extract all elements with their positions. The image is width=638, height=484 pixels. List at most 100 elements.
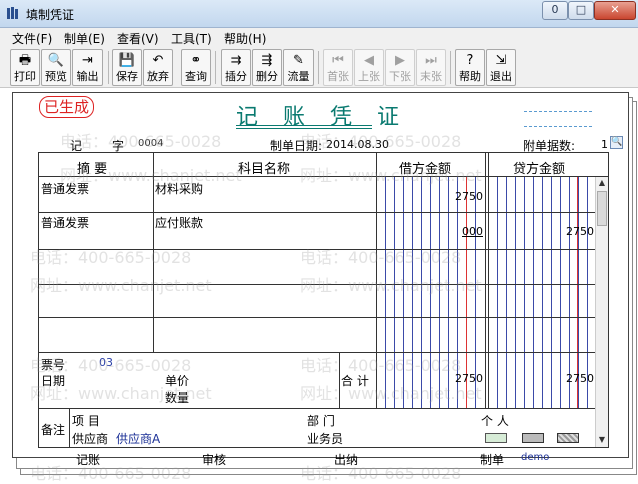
grid-pattern-icon[interactable] [557,433,579,443]
exit-door-icon: ⇲ [495,53,507,68]
title-bar: 填制凭证 0 □ ✕ [0,0,638,28]
supplier-value[interactable]: 供应商A [116,430,160,447]
row2-debit[interactable]: 000 [423,225,483,238]
cash-flow-button[interactable]: ✎ 流量 [283,49,314,86]
row1-summary[interactable]: 普通发票 [41,180,89,197]
delete-row-icon: ⇶ [261,53,273,68]
col-debit-header: 借方金额 [399,162,452,177]
row1-debit[interactable]: 2750 [423,190,483,203]
row-divider [39,249,595,250]
menu-bar: 文件(F) 制单(E) 查看(V) 工具(T) 帮助(H) [0,28,638,47]
dotted-line [524,111,592,112]
status-stamp: 已生成 [39,96,95,118]
export-button[interactable]: ⇥ 输出 [72,49,103,86]
menu-view[interactable]: 查看(V) [117,30,159,47]
row2-credit[interactable]: 2750 [534,225,594,238]
exit-button[interactable]: ⇲ 退出 [486,49,516,86]
help-button[interactable]: ? 帮助 [455,49,485,86]
row-divider [39,408,595,409]
floppy-disk-icon: 💾 [118,53,136,68]
bookkeeper-label: 记账 [76,453,101,467]
quantity-label: 数量 [165,391,190,405]
grid-divider [339,352,340,408]
toolbar-separator [318,51,319,84]
scroll-up-icon[interactable]: ▲ [596,177,608,189]
row2-account[interactable]: 应付账款 [155,214,203,231]
card-icon[interactable] [485,433,507,443]
toolbar-separator [108,51,109,84]
cashier-label: 出纳 [334,453,359,467]
salesman-label: 业务员 [307,432,344,446]
col-account-header: 科目名称 [238,162,291,177]
grid-divider [485,153,486,408]
ticket-label: 票号 [41,358,66,372]
project-label: 项 目 [72,414,100,428]
maximize-button[interactable]: □ [568,1,594,20]
toolbar-separator [215,51,216,84]
menu-file[interactable]: 文件(F) [12,30,52,47]
row-divider [39,352,595,353]
help-bulb-icon: ? [466,53,474,68]
voucher-date[interactable]: 2014.08.30 [326,138,389,151]
grid-divider [153,153,154,352]
maker-name: demo [521,452,550,463]
previous-icon: ◀ [364,53,374,68]
attachments-lookup-icon[interactable]: 🔍 [610,136,623,149]
next-icon: ▶ [395,53,405,68]
grid-vertical-scrollbar[interactable]: ▲ ▼ [595,177,608,447]
unit-price-label: 单价 [165,374,190,388]
col-credit-header: 贷方金额 [513,162,566,177]
col-summary-header: 摘 要 [77,162,108,177]
date-field-label: 日期 [41,374,66,388]
export-icon: ⇥ [82,53,93,68]
maker-label: 制单 [480,453,505,467]
row-divider [39,212,595,213]
minimize-button[interactable]: 0 [542,1,568,20]
printer-icon: 🖶 [18,53,32,68]
voucher-grid: 摘 要 科目名称 借方金额 贷方金额 普通发票 材料采购 2750 普通发票 应… [38,152,609,448]
voucher-title: 记 账 凭 证 [236,105,408,130]
notes-label: 备注 [41,423,66,437]
insert-row-button[interactable]: ⇉ 插分 [221,49,251,86]
person-label: 个 人 [481,414,509,428]
insert-row-icon: ⇉ [230,53,242,68]
app-ledger-icon [7,7,18,19]
next-voucher-button[interactable]: ▶ 下张 [385,49,415,86]
first-page-icon: ⏮ [332,53,344,68]
save-button[interactable]: 💾 保存 [112,49,142,86]
close-button[interactable]: ✕ [594,1,636,20]
query-button[interactable]: ⚭ 查询 [181,49,211,86]
print-button[interactable]: 🖶 打印 [10,49,40,86]
total-debit: 2750 [455,372,483,385]
department-label: 部 门 [307,414,335,428]
delete-row-button[interactable]: ⇶ 删分 [252,49,282,86]
row2-summary[interactable]: 普通发票 [41,214,89,231]
preview-icon: 🔍 [47,53,65,68]
scroll-down-icon[interactable]: ▼ [596,434,608,446]
title-underline [236,125,372,126]
voucher-number[interactable]: 0004 [138,138,163,149]
first-voucher-button[interactable]: ⏮ 首张 [323,49,353,86]
last-voucher-button[interactable]: ⏭ 末张 [416,49,446,86]
ticket-value[interactable]: 03 [99,356,113,369]
undo-arrow-icon: ↶ [152,53,164,68]
menu-edit[interactable]: 制单(E) [64,30,105,47]
dotted-line [524,126,592,127]
toolbar-separator [450,51,451,84]
supplier-label: 供应商 [72,432,109,446]
previous-voucher-button[interactable]: ◀ 上张 [354,49,384,86]
row1-account[interactable]: 材料采购 [155,180,203,197]
attachments-count[interactable]: 1 [601,138,608,151]
calculator-icon[interactable] [522,433,544,443]
auditor-label: 审核 [202,453,227,467]
discard-button[interactable]: ↶ 放弃 [143,49,173,86]
binoculars-icon: ⚭ [190,53,202,68]
preview-button[interactable]: 🔍 预览 [41,49,71,86]
menu-tools[interactable]: 工具(T) [171,30,212,47]
menu-help[interactable]: 帮助(H) [224,30,266,47]
total-credit: 2750 [566,372,594,385]
toolbar: 🖶 打印 🔍 预览 ⇥ 输出 💾 保存 ↶ 放弃 ⚭ 查询 ⇉ 插分 ⇶ 删分 ✎ 流量 ⏮ 首张 … [0,47,638,88]
row-divider [39,284,595,285]
title-underline [236,128,372,129]
scroll-thumb[interactable] [597,191,607,226]
